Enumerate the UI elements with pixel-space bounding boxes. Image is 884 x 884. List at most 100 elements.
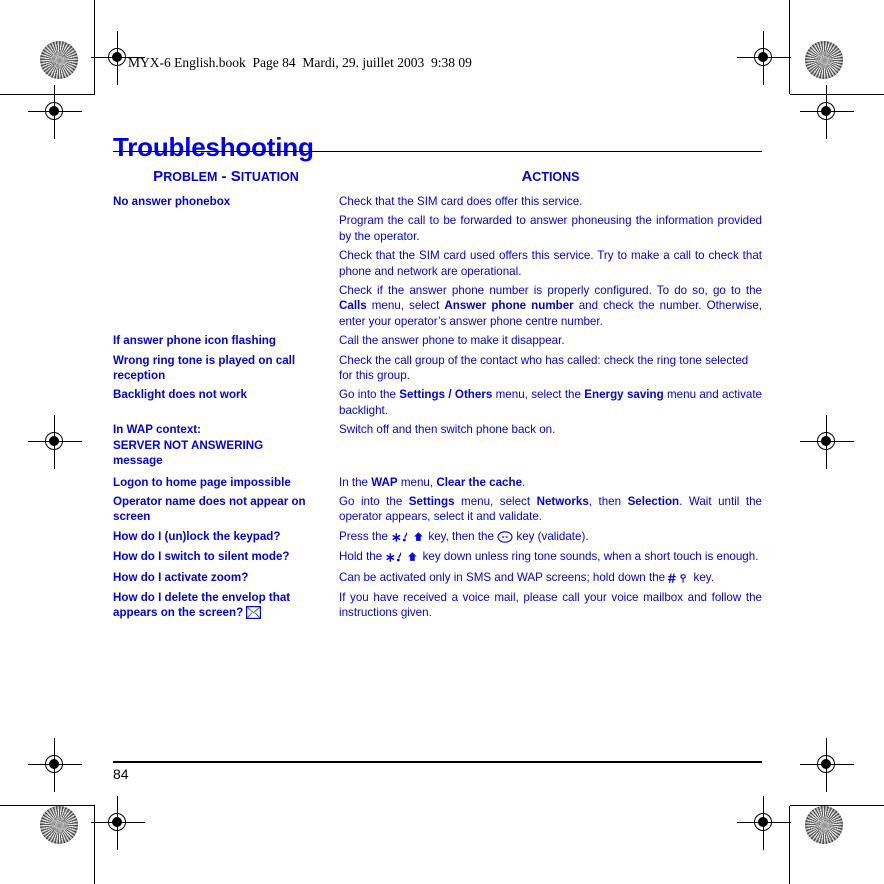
problem-cell: No answer phonebox bbox=[113, 195, 231, 208]
problem-cell: If answer phone icon flashing bbox=[113, 334, 276, 348]
actions-cell: Hold the key down unless ring tone sound… bbox=[339, 549, 762, 565]
action-text: Check that the SIM card does offer this … bbox=[339, 195, 583, 208]
table-row: Logon to home page impossible In the WAP… bbox=[113, 475, 762, 490]
action-text: key. bbox=[690, 570, 714, 584]
problem-cell: How do I switch to silent mode? bbox=[113, 550, 290, 564]
action-paragraph: If you have received a voice mail, pleas… bbox=[339, 590, 762, 621]
table-header-row: PROBLEM - SITUATION ACTIONS bbox=[113, 168, 762, 185]
action-paragraph: Go into the Settings menu, select Networ… bbox=[339, 494, 762, 525]
situation-header-cap: S bbox=[230, 168, 241, 185]
action-text: Switch off and then switch phone back on… bbox=[339, 423, 556, 437]
problem-line-2: SERVER NOT ANSWERING bbox=[113, 438, 264, 452]
problem-cell: Wrong ring tone is played on call recept… bbox=[113, 353, 296, 383]
actions-cell: Go into the Settings / Others menu, sele… bbox=[339, 387, 762, 418]
action-paragraph: Check the call group of the contact who … bbox=[339, 353, 762, 384]
table-row: Operator name does not appear on screen … bbox=[113, 494, 762, 525]
action-text: Call the answer phone to make it disappe… bbox=[339, 334, 565, 348]
actions-cell: Go into the Settings menu, select Networ… bbox=[339, 494, 762, 525]
menu-name: Settings / Others bbox=[399, 388, 493, 402]
action-text: menu, select bbox=[454, 494, 537, 508]
problem-cell: Logon to home page impossible bbox=[113, 475, 291, 489]
page-number: 84 bbox=[113, 766, 129, 782]
problem-text: How do I delete the envelop that appears… bbox=[113, 590, 291, 620]
title-underline bbox=[113, 151, 762, 152]
problem-line-1: In WAP context: bbox=[113, 423, 202, 437]
action-paragraph: Switch off and then switch phone back on… bbox=[339, 422, 762, 437]
action-paragraph: Check that the SIM card used offers this… bbox=[339, 248, 762, 279]
actions-header-rest: CTIONS bbox=[532, 170, 580, 184]
problem-cell: How do I (un)lock the keypad? bbox=[113, 529, 281, 543]
actions-cell: Press the key, then the key (validate). bbox=[339, 529, 762, 545]
problem-cell: How do I delete the envelop that appears… bbox=[113, 590, 339, 624]
actions-cell: Switch off and then switch phone back on… bbox=[339, 422, 762, 437]
table-row: In WAP context: SERVER NOT ANSWERING mes… bbox=[113, 422, 762, 468]
action-paragraph: Call the answer phone to make it disappe… bbox=[339, 333, 762, 348]
action-text: Press the bbox=[339, 529, 392, 543]
problem-cell: How do I activate zoom? bbox=[113, 570, 249, 584]
actions-header-cap: A bbox=[521, 168, 533, 185]
action-text: Check that the SIM card used offers this… bbox=[339, 249, 762, 278]
star-shift-key-icon bbox=[391, 530, 425, 545]
situation-header-rest: ITUATION bbox=[240, 170, 299, 184]
problem-cell: Operator name does not appear on screen bbox=[113, 494, 306, 524]
footer-rule bbox=[113, 761, 762, 763]
validate-key-icon bbox=[497, 530, 513, 545]
action-text: Check the call group of the contact who … bbox=[339, 353, 749, 383]
action-paragraph: Hold the key down unless ring tone sound… bbox=[339, 549, 762, 565]
menu-name: WAP bbox=[371, 475, 398, 489]
menu-name: Networks bbox=[536, 494, 589, 508]
table-row: How do I (un)lock the keypad? Press the … bbox=[113, 529, 762, 545]
problem-line-3: message bbox=[113, 454, 163, 468]
action-paragraph: Go into the Settings / Others menu, sele… bbox=[339, 387, 762, 418]
action-text: Can be activated only in SMS and WAP scr… bbox=[339, 570, 669, 584]
menu-name: Clear the cache bbox=[436, 475, 523, 489]
action-text: If you have received a voice mail, pleas… bbox=[339, 590, 762, 620]
document-page: MYX-6 English.book Page 84 Mardi, 29. ju… bbox=[0, 0, 884, 884]
action-text: key (validate). bbox=[513, 529, 589, 543]
action-text: menu, select the bbox=[492, 388, 585, 402]
actions-cell: Check that the SIM card does offer this … bbox=[339, 194, 762, 329]
action-text: Program the call to be forwarded to answ… bbox=[339, 214, 762, 243]
actions-cell: Call the answer phone to make it disappe… bbox=[339, 333, 762, 348]
problem-header-cap: P bbox=[153, 168, 164, 185]
actions-cell: Check the call group of the contact who … bbox=[339, 353, 762, 384]
table-row: How do I activate zoom? Can be activated… bbox=[113, 570, 762, 586]
problem-header-sep: - bbox=[217, 168, 231, 185]
action-paragraph: Program the call to be forwarded to answ… bbox=[339, 213, 762, 244]
action-paragraph: Check that the SIM card does offer this … bbox=[339, 194, 762, 209]
action-text: , then bbox=[588, 494, 628, 508]
column-header-actions: ACTIONS bbox=[339, 168, 762, 185]
action-text: key, then the bbox=[425, 529, 498, 543]
problem-header-rest: ROBLEM bbox=[163, 170, 218, 184]
table-row: Backlight does not work Go into the Sett… bbox=[113, 387, 762, 418]
action-text: Go into the bbox=[339, 388, 400, 402]
page-title: Troubleshooting bbox=[113, 132, 314, 163]
action-paragraph: Check if the answer phone number is prop… bbox=[339, 283, 762, 329]
hash-zoom-key-icon bbox=[668, 571, 690, 586]
action-text: key down unless ring tone sounds, when a… bbox=[419, 550, 759, 564]
action-text: Go into the bbox=[339, 494, 409, 508]
troubleshooting-table: PROBLEM - SITUATION ACTIONS No answer ph… bbox=[113, 168, 762, 628]
table-row: How do I delete the envelop that appears… bbox=[113, 590, 762, 624]
menu-name: Settings bbox=[408, 494, 455, 508]
action-paragraph: Press the key, then the key (validate). bbox=[339, 529, 762, 545]
table-row: Wrong ring tone is played on call recept… bbox=[113, 353, 762, 384]
column-header-problem: PROBLEM - SITUATION bbox=[113, 168, 339, 185]
action-text: In the bbox=[339, 475, 372, 489]
problem-cell: In WAP context: SERVER NOT ANSWERING mes… bbox=[113, 422, 339, 468]
menu-name: Energy saving bbox=[584, 388, 664, 402]
actions-cell: If you have received a voice mail, pleas… bbox=[339, 590, 762, 621]
action-paragraph: In the WAP menu, Clear the cache. bbox=[339, 475, 762, 490]
menu-name: Selection bbox=[627, 494, 680, 508]
envelope-icon bbox=[246, 606, 262, 623]
actions-cell: Can be activated only in SMS and WAP scr… bbox=[339, 570, 762, 586]
problem-cell: Backlight does not work bbox=[113, 388, 247, 402]
table-row: No answer phonebox Check that the SIM ca… bbox=[113, 194, 762, 329]
menu-name: Answer phone number bbox=[444, 299, 574, 313]
action-text: menu, select bbox=[366, 299, 445, 313]
action-text: Check if the answer phone number is prop… bbox=[339, 284, 762, 298]
action-text: menu, bbox=[397, 475, 437, 489]
action-paragraph: Can be activated only in SMS and WAP scr… bbox=[339, 570, 762, 586]
menu-name: Calls bbox=[339, 299, 367, 313]
action-text: . bbox=[522, 475, 526, 489]
